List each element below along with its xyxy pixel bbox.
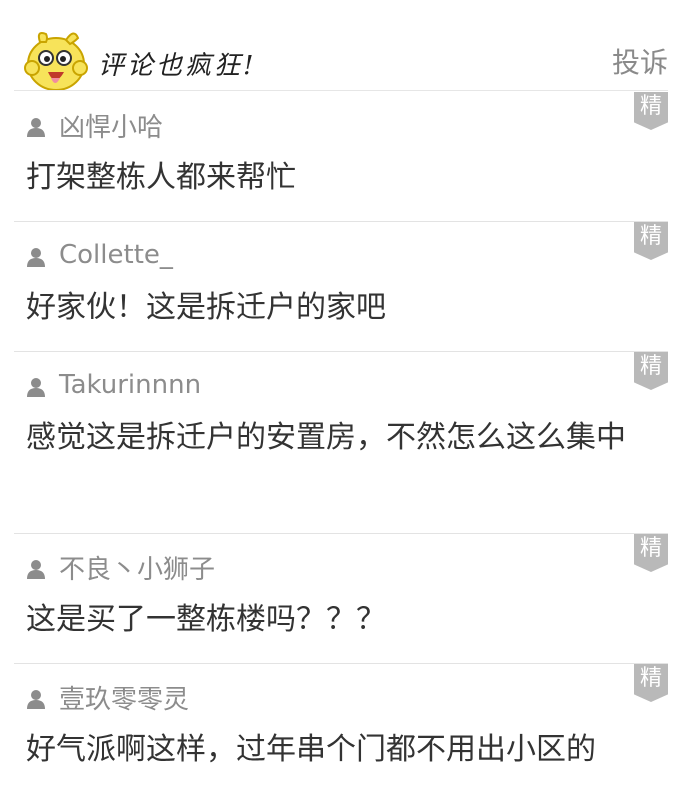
user-icon bbox=[27, 248, 45, 267]
featured-badge: 精 bbox=[634, 352, 668, 390]
header-divider bbox=[14, 90, 668, 91]
user-icon bbox=[27, 118, 45, 137]
username: 不良丶小狮子 bbox=[59, 554, 216, 585]
comment-author[interactable]: Takurinnnn bbox=[26, 368, 201, 402]
comment-author[interactable]: 不良丶小狮子 bbox=[26, 550, 216, 585]
comment-text: 感觉这是拆迁户的安置房，不然怎么这么集中 bbox=[26, 420, 626, 455]
comment-author[interactable]: 凶悍小哈 bbox=[26, 108, 164, 143]
featured-badge: 精 bbox=[634, 222, 668, 260]
comment-item: 精 Takurinnnn 感觉这是拆迁户的安置房，不然怎么这么集中 bbox=[14, 352, 668, 534]
comment-item: 精 壹玖零零灵 好气派啊这样，过年串个门都不用出小区的 bbox=[14, 664, 668, 789]
featured-badge: 精 bbox=[634, 534, 668, 572]
comment-author[interactable]: Collette_ bbox=[26, 238, 173, 272]
comment-text: 打架整栋人都来帮忙 bbox=[26, 160, 296, 195]
featured-badge: 精 bbox=[634, 664, 668, 702]
user-icon bbox=[27, 378, 45, 397]
user-icon bbox=[27, 690, 45, 709]
comments-header: 评论也疯狂! 投诉 bbox=[0, 0, 682, 92]
username: 凶悍小哈 bbox=[59, 112, 164, 143]
user-icon bbox=[27, 560, 45, 579]
comment-item: 精 凶悍小哈 打架整栋人都来帮忙 bbox=[14, 92, 668, 222]
comment-item: 精 Collette_ 好家伙！这是拆迁户的家吧 bbox=[14, 222, 668, 352]
report-link[interactable]: 投诉 bbox=[612, 41, 668, 81]
comment-text: 这是买了一整栋楼吗？？？ bbox=[26, 602, 386, 637]
comment-text: 好家伙！这是拆迁户的家吧 bbox=[26, 290, 386, 325]
username: Collette_ bbox=[59, 240, 173, 270]
username: Takurinnnn bbox=[59, 370, 202, 400]
mascot-icon bbox=[24, 32, 88, 91]
comment-item: 精 不良丶小狮子 这是买了一整栋楼吗？？？ bbox=[14, 534, 668, 664]
comment-author[interactable]: 壹玖零零灵 bbox=[26, 680, 190, 715]
comment-text: 好气派啊这样，过年串个门都不用出小区的 bbox=[26, 732, 596, 767]
header-title: 评论也疯狂! bbox=[98, 51, 257, 81]
featured-badge: 精 bbox=[634, 92, 668, 130]
username: 壹玖零零灵 bbox=[59, 684, 190, 715]
